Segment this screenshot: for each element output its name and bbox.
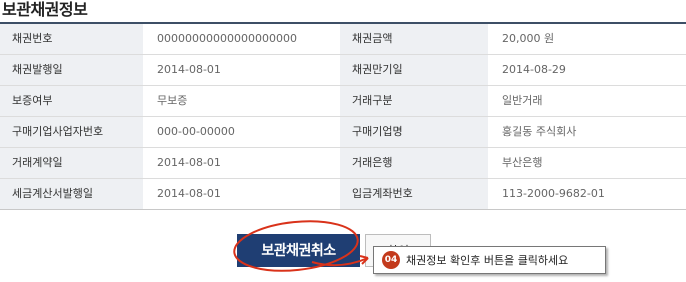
- row-value: 000-00-00000: [143, 116, 340, 148]
- row-label: 채권번호: [0, 23, 143, 55]
- row-label: 입금계좌번호: [340, 178, 488, 210]
- step-badge: 04: [382, 251, 400, 269]
- row-value: 00000000000000000000: [143, 23, 340, 55]
- table-row: 채권발행일 2014-08-01 채권만기일 2014-08-29: [0, 54, 686, 86]
- row-label: 채권금액: [340, 23, 488, 55]
- row-label: 세금계산서발행일: [0, 178, 143, 210]
- row-label: 거래구분: [340, 85, 488, 117]
- section-title: 보관채권정보: [2, 0, 88, 19]
- table-row: 구매기업사업자번호 000-00-00000 구매기업명 홍길동 주식회사: [0, 116, 686, 148]
- table-row: 거래계약일 2014-08-01 거래은행 부산은행: [0, 147, 686, 179]
- row-value: 20,000 원: [488, 23, 686, 55]
- table-row: 세금계산서발행일 2014-08-01 입금계좌번호 113-2000-9682…: [0, 178, 686, 210]
- row-value: 일반거래: [488, 85, 686, 117]
- row-label: 거래계약일: [0, 147, 143, 179]
- row-value: 2014-08-01: [143, 54, 340, 86]
- row-value: 2014-08-01: [143, 178, 340, 210]
- tooltip-callout: 04 채권정보 확인후 버튼을 클릭하세요: [373, 246, 606, 274]
- row-label: 구매기업사업자번호: [0, 116, 143, 148]
- row-value: 무보증: [143, 85, 340, 117]
- row-label: 채권만기일: [340, 54, 488, 86]
- table-row: 채권번호 00000000000000000000 채권금액 20,000 원: [0, 23, 686, 55]
- row-value: 113-2000-9682-01: [488, 178, 686, 210]
- row-value: 2014-08-01: [143, 147, 340, 179]
- row-value: 부산은행: [488, 147, 686, 179]
- row-value: 2014-08-29: [488, 54, 686, 86]
- bond-info-table: 채권번호 00000000000000000000 채권금액 20,000 원 …: [0, 22, 686, 210]
- row-value: 홍길동 주식회사: [488, 116, 686, 148]
- row-label: 보증여부: [0, 85, 143, 117]
- row-label: 거래은행: [340, 147, 488, 179]
- row-label: 구매기업명: [340, 116, 488, 148]
- row-label: 채권발행일: [0, 54, 143, 86]
- callout-text: 채권정보 확인후 버튼을 클릭하세요: [406, 254, 569, 267]
- table-row: 보증여부 무보증 거래구분 일반거래: [0, 85, 686, 117]
- cancel-bond-button[interactable]: 보관채권취소: [237, 234, 360, 267]
